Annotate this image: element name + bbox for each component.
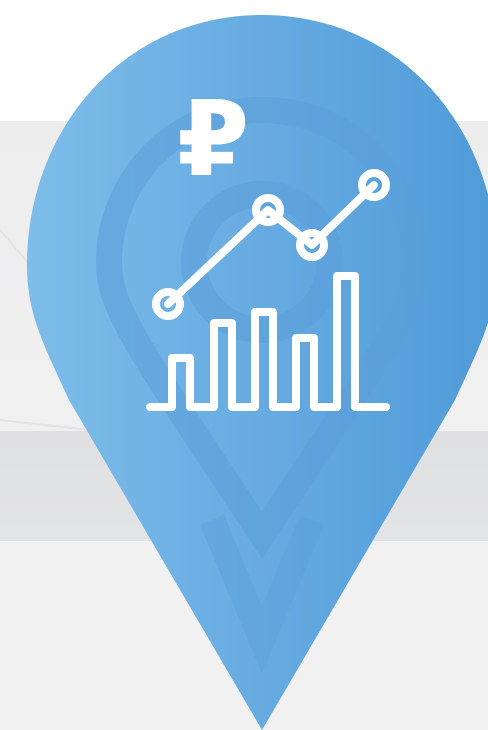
ruble-icon: ₽ [177, 78, 250, 200]
